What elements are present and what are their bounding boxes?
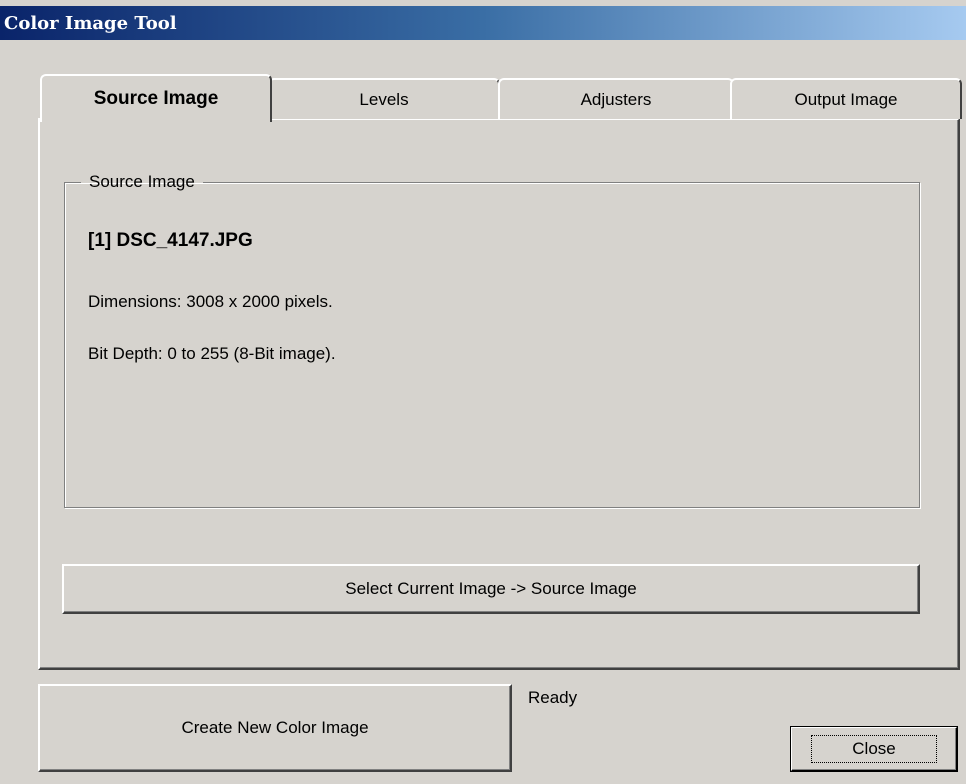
tab-source-image[interactable]: Source Image <box>40 74 272 122</box>
source-filename: [1] DSC_4147.JPG <box>88 230 253 251</box>
bit-depth-text: Bit Depth: 0 to 255 (8-Bit image). <box>88 344 336 363</box>
button-label: Create New Color Image <box>181 718 369 737</box>
button-label: Select Current Image -> Source Image <box>345 579 637 598</box>
tab-output-image[interactable]: Output Image <box>730 78 962 119</box>
window-title: Color Image Tool <box>4 12 177 34</box>
source-image-group: Source Image <box>64 172 920 508</box>
select-current-image-button[interactable]: Select Current Image -> Source Image <box>62 564 920 614</box>
create-new-color-image-button[interactable]: Create New Color Image <box>38 684 512 772</box>
tab-label: Levels <box>359 89 409 109</box>
dimensions-text: Dimensions: 3008 x 2000 pixels. <box>88 292 333 311</box>
status-text: Ready <box>528 688 578 707</box>
group-legend: Source Image <box>89 172 195 191</box>
tab-adjusters[interactable]: Adjusters <box>498 78 734 119</box>
tab-label: Output Image <box>794 89 898 109</box>
button-label: Close <box>811 735 937 763</box>
tab-label: Adjusters <box>580 89 652 109</box>
tab-levels[interactable]: Levels <box>268 78 500 119</box>
close-button[interactable]: Close <box>790 726 958 772</box>
tab-label: Source Image <box>93 88 219 109</box>
title-bar: Color Image Tool <box>0 6 966 40</box>
